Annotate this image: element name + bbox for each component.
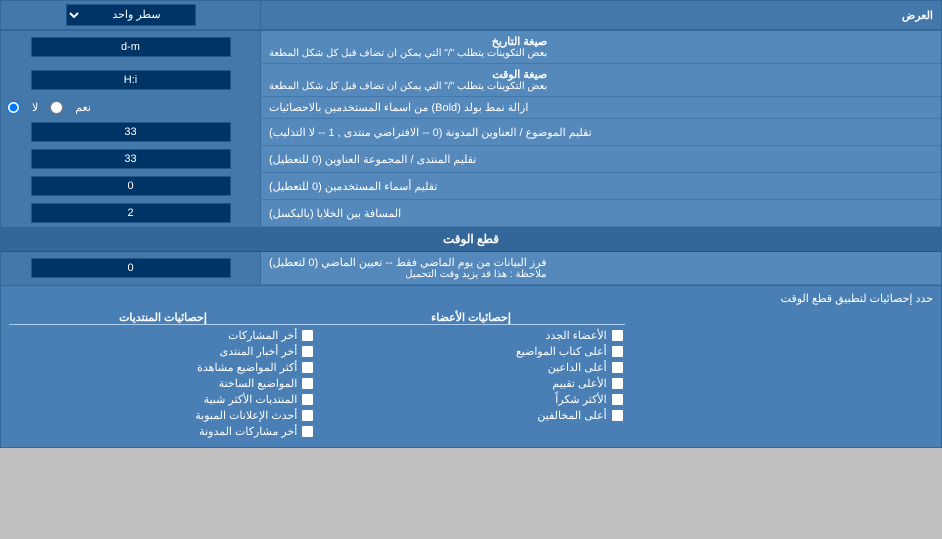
stats-item-top-writers: أعلى كتاب المواضيع — [318, 345, 623, 358]
checkbox-last-posts[interactable] — [301, 329, 314, 342]
checkbox-most-thanks[interactable] — [611, 393, 624, 406]
user-trim-label: تقليم أسماء المستخدمين (0 للتعطيل) — [261, 173, 941, 199]
user-trim-input[interactable] — [31, 176, 231, 196]
checkbox-latest-classified[interactable] — [301, 409, 314, 422]
label-most-thanks: الأكثر شكراً — [555, 393, 606, 406]
cutoff-row: فرز البيانات من يوم الماضي فقط -- تعيين … — [1, 252, 941, 285]
stats-item-most-thanks: الأكثر شكراً — [318, 393, 623, 406]
label-most-similar: المنتديات الأكثر شبية — [204, 393, 298, 406]
label-new-members: الأعضاء الجدد — [545, 329, 606, 342]
forum-order-label: تقليم المنتدى / المجموعة العناوين (0 للت… — [261, 146, 941, 172]
main-container: العرض سطر واحد سطران ثلاثة أسطر صيغة الت… — [0, 0, 942, 448]
cutoff-input[interactable] — [31, 258, 231, 278]
checkbox-top-callers[interactable] — [611, 361, 624, 374]
checkbox-new-members[interactable] — [611, 329, 624, 342]
checkbox-last-blog[interactable] — [301, 425, 314, 438]
label-last-blog: أخر مشاركات المدونة — [199, 425, 297, 438]
bold-remove-label: ازالة نمط بولد (Bold) من اسماء المستخدمي… — [261, 97, 941, 118]
cell-spacing-input[interactable] — [31, 203, 231, 223]
time-format-label: صيغة الوقت بعض التكوينات يتطلب "/" التي … — [261, 64, 941, 96]
display-select[interactable]: سطر واحد سطران ثلاثة أسطر — [66, 4, 196, 26]
stats-section: حدد إحصائيات لتطبيق قطع الوقت إحصائيات ا… — [1, 285, 941, 447]
topic-order-row: تقليم الموضوع / العناوين المدونة (0 -- ا… — [1, 119, 941, 146]
stats-col2: الأعضاء الجدد أعلى كتاب المواضيع أعلى ال… — [318, 329, 623, 441]
label-top-violations: أعلى المخالفين — [537, 409, 606, 422]
date-format-label: صيغة التاريخ بعض التكوينات يتطلب "/" الت… — [261, 31, 941, 63]
checkbox-top-rated[interactable] — [611, 377, 624, 390]
cell-spacing-label: المسافة بين الخلايا (بالبكسل) — [261, 200, 941, 226]
cell-spacing-control — [1, 200, 261, 226]
stats-apply-label: حدد إحصائيات لتطبيق قطع الوقت — [9, 292, 933, 305]
topic-order-label: تقليم الموضوع / العناوين المدونة (0 -- ا… — [261, 119, 941, 145]
cutoff-section-header: قطع الوقت — [1, 227, 941, 252]
label-top-callers: أعلى الداعين — [548, 361, 607, 374]
label-last-posts: أخر المشاركات — [228, 329, 297, 342]
header-row: العرض سطر واحد سطران ثلاثة أسطر — [1, 1, 941, 31]
cell-spacing-row: المسافة بين الخلايا (بالبكسل) — [1, 200, 941, 227]
date-format-control — [1, 31, 261, 63]
label-most-viewed: أكثر المواضيع مشاهدة — [197, 361, 297, 374]
checkbox-top-violations[interactable] — [611, 409, 624, 422]
user-trim-control — [1, 173, 261, 199]
stats-item-top-rated: الأعلى تقييم — [318, 377, 623, 390]
cutoff-control — [1, 252, 261, 284]
label-top-rated: الأعلى تقييم — [552, 377, 606, 390]
stats-col2-header: إحصائيات الأعضاء — [317, 311, 625, 325]
label-top-writers: أعلى كتاب المواضيع — [516, 345, 607, 358]
bold-remove-control: نعم لا — [1, 97, 261, 118]
bold-remove-row: ازالة نمط بولد (Bold) من اسماء المستخدمي… — [1, 97, 941, 119]
stats-item-top-callers: أعلى الداعين — [318, 361, 623, 374]
topic-order-control — [1, 119, 261, 145]
time-format-input[interactable] — [31, 70, 231, 90]
stats-item-most-viewed: أكثر المواضيع مشاهدة — [9, 361, 314, 374]
checkbox-last-news[interactable] — [301, 345, 314, 358]
cutoff-label: فرز البيانات من يوم الماضي فقط -- تعيين … — [261, 252, 941, 284]
date-format-input[interactable] — [31, 37, 231, 57]
stats-item-new-members: الأعضاء الجدد — [318, 329, 623, 342]
checkbox-hot-topics[interactable] — [301, 377, 314, 390]
stats-col1-header: إحصائيات المنتديات — [9, 311, 317, 325]
date-format-row: صيغة التاريخ بعض التكوينات يتطلب "/" الت… — [1, 31, 941, 64]
radio-yes[interactable] — [50, 101, 63, 114]
time-format-row: صيغة الوقت بعض التكوينات يتطلب "/" التي … — [1, 64, 941, 97]
stats-item-hot-topics: المواضيع الساخنة — [9, 377, 314, 390]
stats-col1: أخر المشاركات أخر أخبار المنتدى أكثر الم… — [9, 329, 314, 441]
stats-item-last-news: أخر أخبار المنتدى — [9, 345, 314, 358]
stats-item-last-posts: أخر المشاركات — [9, 329, 314, 342]
topic-order-input[interactable] — [31, 122, 231, 142]
radio-no[interactable] — [7, 101, 20, 114]
header-label: العرض — [261, 5, 941, 26]
stats-item-most-similar: المنتديات الأكثر شبية — [9, 393, 314, 406]
checkbox-most-similar[interactable] — [301, 393, 314, 406]
forum-order-input[interactable] — [31, 149, 231, 169]
label-hot-topics: المواضيع الساخنة — [219, 377, 298, 390]
forum-order-control — [1, 146, 261, 172]
stats-item-top-violations: أعلى المخالفين — [318, 409, 623, 422]
label-latest-classified: أحدث الإعلانات المبوبة — [195, 409, 297, 422]
user-trim-row: تقليم أسماء المستخدمين (0 للتعطيل) — [1, 173, 941, 200]
radio-yes-label: نعم — [75, 101, 91, 114]
stats-item-last-blog: أخر مشاركات المدونة — [9, 425, 314, 438]
stats-item-latest-classified: أحدث الإعلانات المبوبة — [9, 409, 314, 422]
checkbox-top-writers[interactable] — [611, 345, 624, 358]
radio-no-label: لا — [32, 101, 38, 114]
time-format-control — [1, 64, 261, 96]
header-control: سطر واحد سطران ثلاثة أسطر — [1, 1, 261, 29]
label-last-news: أخر أخبار المنتدى — [220, 345, 298, 358]
forum-order-row: تقليم المنتدى / المجموعة العناوين (0 للت… — [1, 146, 941, 173]
checkbox-most-viewed[interactable] — [301, 361, 314, 374]
